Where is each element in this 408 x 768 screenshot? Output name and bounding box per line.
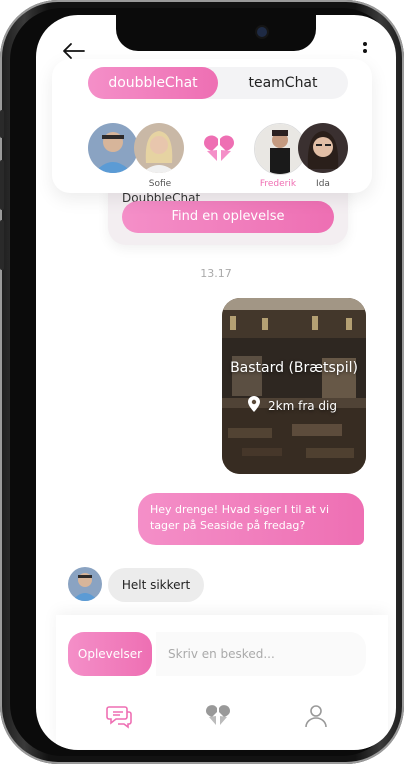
- outgoing-message: Hey drenge! Hvad siger I til at vi tager…: [138, 493, 364, 545]
- experiences-button[interactable]: Oplevelser: [68, 632, 152, 676]
- camera-icon: [257, 27, 267, 37]
- phone-side-button: [0, 160, 4, 210]
- tab-teamchat[interactable]: teamChat: [218, 67, 348, 99]
- find-experience-button[interactable]: Find en oplevelse: [122, 201, 334, 233]
- more-vert-icon[interactable]: [362, 41, 368, 59]
- phone-screen: DoubbleChat Find en oplevelse doubbleCha…: [36, 15, 396, 750]
- app-screenshot: DoubbleChat Find en oplevelse doubbleCha…: [0, 0, 408, 768]
- experience-location: 2km fra dig: [248, 396, 337, 415]
- phone-side-button: [0, 220, 4, 270]
- tab-doubblechat[interactable]: doubbleChat: [88, 67, 218, 99]
- message-timestamp: 13.17: [200, 267, 232, 280]
- avatar[interactable]: [88, 123, 138, 173]
- incoming-message: Helt sikkert: [108, 568, 204, 602]
- location-pin-icon: [248, 396, 260, 415]
- message-input[interactable]: [156, 632, 366, 676]
- chat-header-card: doubbleChat teamChat Sofie Frederik Ida: [52, 59, 372, 193]
- experience-distance: 2km fra dig: [268, 398, 337, 413]
- heart-logo-icon: [202, 133, 236, 165]
- experience-photo: [222, 298, 366, 474]
- phone-side-button: [0, 110, 4, 138]
- avatar[interactable]: [298, 123, 348, 173]
- profile-icon[interactable]: [303, 703, 329, 729]
- avatar-name-sofie: Sofie: [148, 179, 172, 189]
- chat-type-toggle: doubbleChat teamChat: [88, 67, 348, 99]
- avatar[interactable]: [134, 123, 184, 173]
- avatar[interactable]: [68, 567, 102, 601]
- avatar-name-ida: Ida: [316, 179, 330, 189]
- phone-notch: [116, 15, 316, 51]
- back-arrow-icon[interactable]: [62, 41, 86, 61]
- experience-title: Bastard (Brætspil): [230, 360, 358, 376]
- experience-card[interactable]: Bastard (Brætspil) 2km fra dig: [222, 298, 366, 474]
- heart-nav-icon[interactable]: [205, 703, 231, 729]
- chat-icon[interactable]: [106, 703, 132, 729]
